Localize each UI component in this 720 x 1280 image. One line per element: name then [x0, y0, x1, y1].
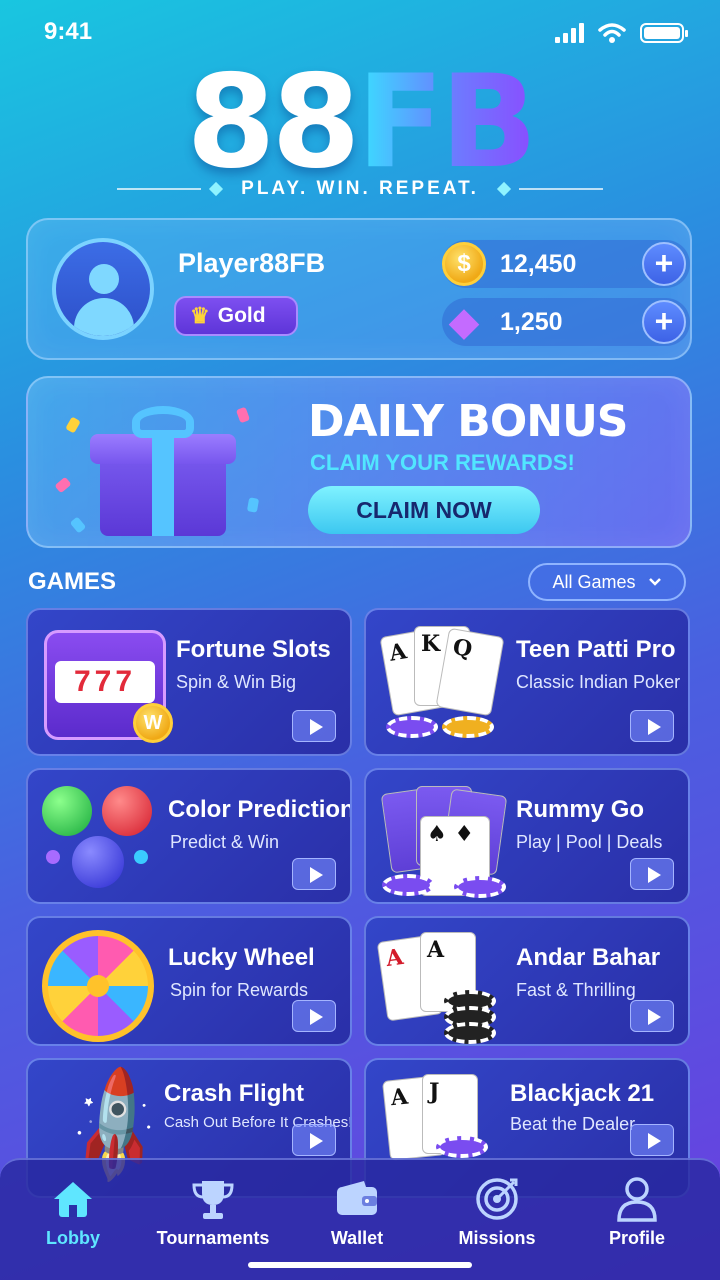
tagline-text: PLAY. WIN. REPEAT.: [241, 178, 479, 199]
all-games-label: All Games: [552, 571, 636, 592]
play-button[interactable]: [292, 858, 336, 890]
home-indicator: [248, 1262, 472, 1268]
nav-item-profile[interactable]: Profile: [572, 1174, 702, 1249]
battery-icon: [640, 23, 688, 43]
nav-label: Missions: [458, 1228, 536, 1248]
logo-letters: FB: [356, 48, 538, 197]
play-button[interactable]: [630, 858, 674, 890]
nav-item-missions[interactable]: Missions: [432, 1174, 562, 1249]
status-time: 9:41: [44, 18, 93, 45]
wheel-icon: [38, 928, 168, 1044]
gift-box-icon: [90, 404, 236, 536]
rummy-cards-icon: ♠ ♦: [376, 780, 508, 902]
game-name: Crash Flight: [164, 1080, 305, 1107]
play-button[interactable]: [292, 710, 336, 742]
game-tile-rummy-go[interactable]: ♠ ♦ Rummy Go Play | Pool | Deals: [364, 768, 690, 904]
all-games-dropdown[interactable]: All Games: [528, 563, 686, 601]
bonus-subtitle: CLAIM YOUR REWARDS!: [310, 450, 575, 475]
play-button[interactable]: [630, 1000, 674, 1032]
nav-label: Profile: [608, 1228, 665, 1248]
wallet-icon: [292, 1174, 422, 1224]
gem-balance: ◆ 1,250 +: [442, 298, 690, 346]
chip-icon: [382, 874, 434, 896]
cards-chips-icon: A A: [376, 928, 506, 1044]
slot-reels: 777: [55, 661, 155, 703]
user-icon: [572, 1174, 702, 1224]
trophy-icon: [148, 1174, 278, 1224]
crown-icon: ♛: [190, 303, 210, 328]
coin-icon: $: [442, 242, 486, 286]
add-gems-button[interactable]: +: [642, 300, 686, 344]
games-section-title: GAMES: [28, 568, 117, 595]
coin-balance: $ 12,450 +: [442, 240, 690, 288]
game-tile-teen-patti-pro[interactable]: A K Q Teen Patti Pro Classic Indian Poke…: [364, 608, 690, 756]
status-icons: [555, 22, 688, 44]
play-button[interactable]: [292, 1000, 336, 1032]
game-subtitle: Play | Pool | Deals: [516, 832, 663, 852]
game-tile-fortune-slots[interactable]: 777 W Fortune Slots Spin & Win Big: [26, 608, 352, 756]
logo-number: 88: [186, 48, 360, 197]
tagline: PLAY. WIN. REPEAT.: [0, 178, 720, 200]
avatar[interactable]: [52, 238, 154, 340]
play-button[interactable]: [630, 710, 674, 742]
game-tile-color-prediction[interactable]: Color Prediction Predict & Win: [26, 768, 352, 904]
game-name: Rummy Go: [516, 796, 645, 823]
game-name: Lucky Wheel: [168, 944, 315, 971]
game-tile-andar-bahar[interactable]: A A Andar Bahar Fast & Thrilling: [364, 916, 690, 1046]
brand-logo: 88FB: [0, 58, 720, 188]
w-coin-badge: W: [133, 703, 173, 743]
game-tile-lucky-wheel[interactable]: Lucky Wheel Spin for Rewards: [26, 916, 352, 1046]
chip-icon: [442, 716, 494, 738]
nav-label: Wallet: [330, 1228, 384, 1248]
game-name: Blackjack 21: [510, 1080, 655, 1107]
game-subtitle: Predict & Win: [170, 832, 280, 852]
color-balls-icon: [38, 780, 168, 902]
rank-badge: ♛ Gold: [174, 296, 298, 336]
game-name: Teen Patti Pro: [516, 636, 676, 663]
game-subtitle: Spin & Win Big: [176, 672, 297, 692]
nav-item-wallet[interactable]: Wallet: [292, 1174, 422, 1249]
game-subtitle: Fast & Thrilling: [516, 980, 636, 1000]
coin-value: 12,450: [500, 250, 577, 278]
home-icon: [8, 1174, 138, 1224]
play-button[interactable]: [630, 1124, 674, 1156]
target-icon: [432, 1174, 562, 1224]
game-subtitle: Classic Indian Poker: [516, 672, 681, 692]
gem-value: 1,250: [500, 308, 563, 336]
rank-label: Gold: [217, 304, 266, 327]
gem-icon: ◆: [448, 300, 480, 344]
signal-icon: [555, 23, 584, 43]
nav-label: Lobby: [46, 1228, 100, 1248]
add-coins-button[interactable]: +: [642, 242, 686, 286]
game-name: Color Prediction: [168, 796, 352, 823]
game-name: Fortune Slots: [176, 636, 331, 663]
daily-bonus-banner[interactable]: DAILY BONUS CLAIM YOUR REWARDS! CLAIM NO…: [26, 376, 692, 548]
nav-label: Tournaments: [156, 1228, 270, 1248]
chevron-down-icon: [648, 578, 661, 586]
chip-icon: [454, 876, 506, 898]
claim-now-button[interactable]: CLAIM NOW: [308, 486, 540, 534]
profile-card: Player88FB ♛ Gold $ 12,450 + ◆ 1,250 +: [26, 218, 692, 360]
slot-machine-icon: 777 W: [38, 620, 173, 746]
game-name: Andar Bahar: [516, 944, 661, 971]
bonus-title: DAILY BONUS: [308, 396, 628, 447]
playing-cards-icon: A K Q: [376, 620, 506, 746]
game-subtitle: Spin for Rewards: [170, 980, 309, 1000]
chip-icon: [386, 716, 438, 738]
nav-item-tournaments[interactable]: Tournaments: [148, 1174, 278, 1249]
wifi-icon: [598, 23, 626, 43]
player-name: Player88FB: [178, 248, 326, 278]
game-subtitle: Beat the Dealer: [510, 1114, 636, 1134]
nav-item-lobby[interactable]: Lobby: [8, 1174, 138, 1249]
play-button[interactable]: [292, 1124, 336, 1156]
